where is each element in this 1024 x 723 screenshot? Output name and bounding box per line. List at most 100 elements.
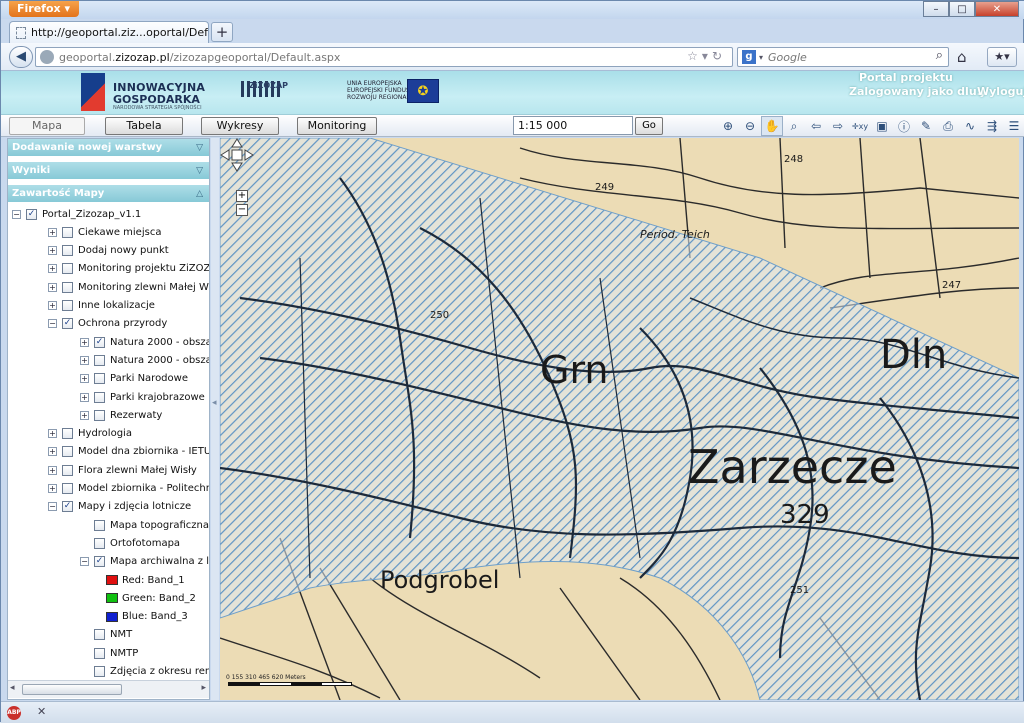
pan-up-icon[interactable] (231, 138, 243, 148)
section-add-layer[interactable]: Dodawanie nowej warstwy ▽ (8, 139, 209, 157)
layer-checkbox[interactable] (94, 647, 105, 659)
layer-checkbox[interactable] (94, 629, 105, 641)
site-identity-icon[interactable] (40, 50, 54, 64)
layer-tree-item[interactable]: − ✓ Portal_Zizozap_v1.1 (12, 205, 141, 223)
tab-wykresy[interactable]: Wykresy (201, 117, 279, 135)
layer-tree-item[interactable]: + ✓ Natura 2000 - obszary (80, 333, 209, 351)
logout-link[interactable]: Wyloguj (977, 85, 1024, 98)
scale-input[interactable] (513, 116, 633, 135)
layer-tree-item[interactable]: + Monitoring projektu ZiZOZap (48, 260, 209, 278)
layer-tree-item[interactable]: Zdjęcia z okresu remo (80, 663, 209, 680)
expand-icon[interactable]: + (48, 447, 57, 457)
back-icon[interactable]: ⇦ (805, 116, 827, 136)
home-icon[interactable]: ⌂ (957, 48, 967, 66)
layer-checkbox[interactable] (94, 537, 105, 549)
expand-icon[interactable]: + (48, 246, 57, 256)
layer-tree-item[interactable]: + Ciekawe miejsca (48, 223, 161, 241)
collapse-icon[interactable]: − (80, 557, 89, 567)
back-button[interactable]: ◀ (9, 46, 33, 68)
layer-tree-item[interactable]: NMTP (80, 644, 138, 662)
scroll-right-icon[interactable]: ▸ (201, 683, 206, 693)
pan-down-icon[interactable] (231, 162, 243, 172)
layer-checkbox[interactable] (62, 483, 73, 494)
expand-icon[interactable]: + (80, 392, 89, 402)
zoom-out-icon[interactable]: ⊖ (739, 116, 761, 136)
layer-tree-item[interactable]: Green: Band_2 (106, 589, 196, 607)
layer-tree-item[interactable]: − ✓ Mapa archiwalna z lat (80, 553, 209, 571)
layer-checkbox[interactable] (62, 446, 73, 458)
layer-tree-item[interactable]: + Parki krajobrazowe (80, 388, 205, 406)
layer-checkbox[interactable] (62, 464, 73, 476)
layer-checkbox[interactable] (94, 519, 105, 531)
pan-control[interactable] (220, 138, 254, 172)
layer-checkbox[interactable]: ✓ (62, 318, 73, 330)
close-window-button[interactable]: ✕ (975, 1, 1019, 17)
section-results[interactable]: Wyniki ▽ (8, 162, 209, 180)
scrollbar-thumb[interactable] (22, 684, 122, 695)
section-map-content[interactable]: Zawartość Mapy △ (8, 185, 209, 203)
search-icon[interactable]: ⌕ (936, 48, 943, 63)
expand-icon[interactable]: + (48, 484, 57, 493)
layer-checkbox[interactable] (62, 226, 73, 238)
minimize-button[interactable]: – (923, 1, 949, 17)
collapse-icon[interactable]: − (48, 319, 57, 329)
adblock-icon[interactable]: ABP (7, 706, 21, 720)
layer-tree-item[interactable]: + Model dna zbiornika - IETU (48, 443, 209, 461)
pan-center-icon[interactable] (231, 149, 243, 161)
layer-tree-item[interactable]: NMT (80, 626, 132, 644)
layer-checkbox[interactable]: ✓ (94, 336, 105, 348)
bookmark-star-icon[interactable]: ☆ (687, 49, 702, 63)
dropdown-icon[interactable]: ▾ (702, 49, 712, 63)
layer-checkbox[interactable] (94, 391, 105, 403)
layer-tree-item[interactable]: Red: Band_1 (106, 571, 185, 589)
layer-checkbox[interactable] (62, 263, 73, 275)
layer-checkbox[interactable] (62, 281, 73, 293)
portal-project-link[interactable]: Portal projektu (859, 71, 953, 84)
layer-checkbox[interactable]: ✓ (94, 556, 105, 568)
layer-checkbox[interactable] (94, 666, 105, 677)
maximize-button[interactable]: □ (949, 1, 975, 17)
scroll-left-icon[interactable]: ◂ (10, 683, 15, 693)
layer-tree-item[interactable]: + Model zbiornika - Politechnia Ł (48, 480, 209, 498)
layer-tree-item[interactable]: + Flora zlewni Małej Wisły (48, 461, 197, 479)
layer-checkbox[interactable] (94, 409, 105, 421)
layer-tree-item[interactable]: + Monitoring zlewni Małej Wisły (48, 278, 209, 296)
layer-checkbox[interactable] (94, 373, 105, 385)
layer-tree-item[interactable]: − ✓ Mapy i zdjęcia lotnicze (48, 498, 191, 516)
tree-horizontal-scrollbar[interactable]: ◂ ▸ (8, 680, 209, 698)
print-icon[interactable]: ⎙ (937, 116, 959, 136)
map-zoom-out-button[interactable]: − (236, 204, 248, 216)
layer-tree-item[interactable]: + Natura 2000 - obszary (80, 351, 209, 369)
layer-checkbox[interactable] (94, 354, 105, 366)
map-canvas[interactable]: Grn Zarzecze Podgrobel Dln 329 Period. T… (220, 138, 1019, 700)
graph-icon[interactable]: ∿ (959, 116, 981, 136)
layer-tree-item[interactable]: Blue: Band_3 (106, 608, 188, 626)
layer-tree-item[interactable]: + Rezerwaty (80, 406, 162, 424)
expand-icon[interactable]: + (80, 410, 89, 420)
map-zoom-in-button[interactable]: + (236, 190, 248, 202)
expand-icon[interactable]: + (80, 374, 89, 384)
forward-icon[interactable]: ⇨ (827, 116, 849, 136)
layers-icon[interactable]: ☰ (1003, 116, 1024, 136)
layer-tree-item[interactable]: + Parki Narodowe (80, 370, 188, 388)
close-addon-bar-icon[interactable]: ✕ (37, 705, 46, 718)
layer-checkbox[interactable] (62, 300, 73, 311)
expand-icon[interactable]: + (48, 264, 57, 274)
layer-checkbox[interactable] (62, 245, 73, 257)
layer-tree-item[interactable]: − ✓ Ochrona przyrody (48, 315, 167, 333)
zoom-box-icon[interactable]: ⌕ (783, 116, 805, 136)
tab-tabela[interactable]: Tabela (105, 117, 183, 135)
expand-icon[interactable]: + (48, 301, 57, 310)
expand-icon[interactable]: + (80, 337, 89, 347)
pan-right-icon[interactable] (244, 149, 254, 161)
layer-checkbox[interactable] (62, 428, 73, 440)
layer-tree-item[interactable]: Mapa topograficzna 1: (80, 516, 209, 534)
reload-icon[interactable]: ↻ (712, 49, 726, 63)
layer-tree-item[interactable]: Ortofotomapa (80, 534, 180, 552)
firefox-menu-button[interactable]: Firefox ▾ (9, 1, 79, 17)
measure-icon[interactable]: ✎ (915, 116, 937, 136)
zoom-in-icon[interactable]: ⊕ (717, 116, 739, 136)
expand-icon[interactable]: + (48, 282, 57, 292)
url-bar[interactable]: geoportal.zizozap.pl/zizozapgeoportal/De… (35, 47, 733, 67)
google-icon[interactable]: g (742, 50, 756, 64)
